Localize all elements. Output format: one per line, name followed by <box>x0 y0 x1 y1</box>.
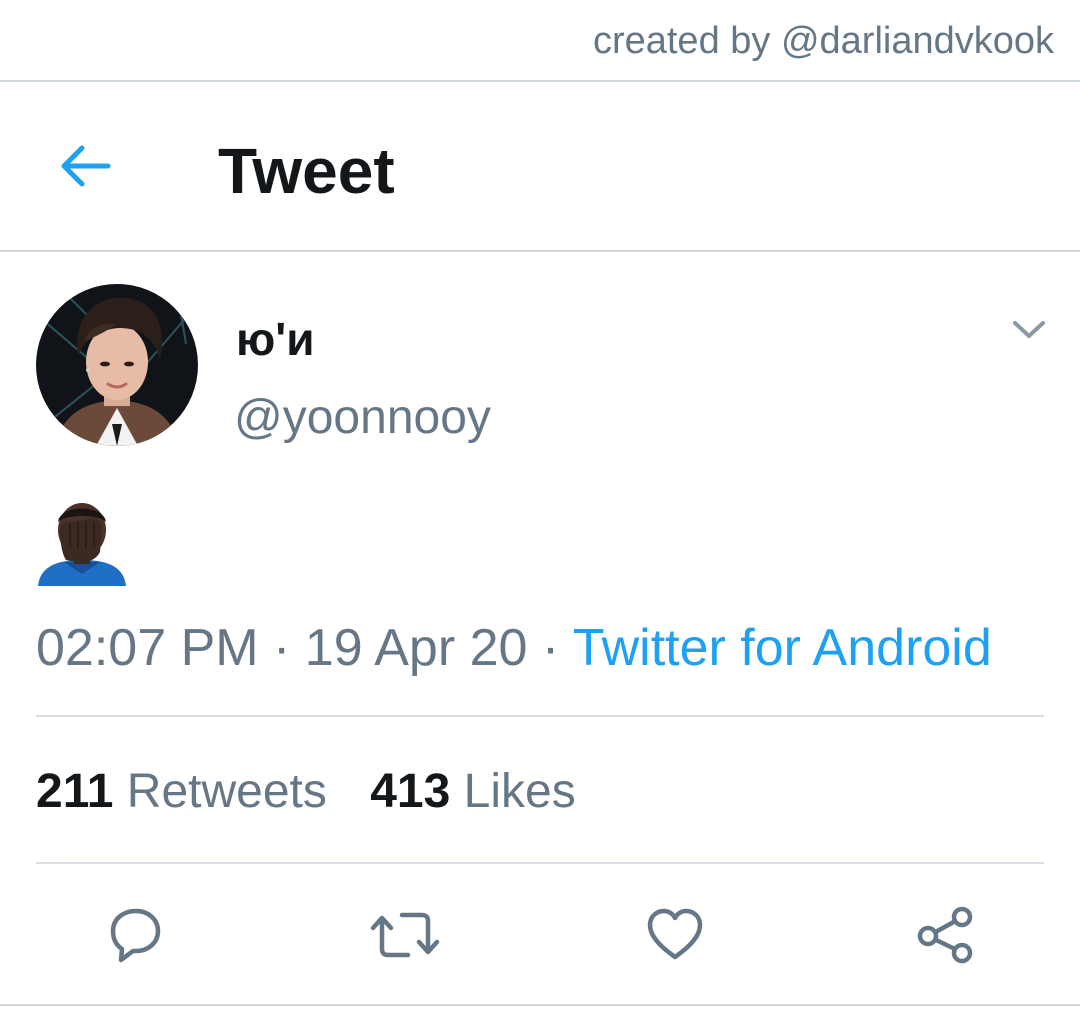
arrow-left-icon <box>61 145 111 187</box>
tweet-stats: 211 Retweets 413 Likes <box>36 764 576 819</box>
tweet-date: 19 Apr 20 <box>304 619 528 677</box>
retweet-icon <box>370 912 440 958</box>
credit-text: created by @darliandvkook <box>592 20 1054 62</box>
back-button[interactable] <box>50 136 118 196</box>
retweet-button[interactable] <box>365 895 445 975</box>
tweet-source-link[interactable]: Twitter for Android <box>573 619 992 677</box>
avatar-image <box>36 284 198 446</box>
divider <box>0 1004 1080 1006</box>
divider <box>36 715 1044 717</box>
avatar[interactable] <box>36 284 198 446</box>
top-app-bar: Tweet <box>0 82 1080 252</box>
tweet-body <box>34 496 130 592</box>
share-icon <box>917 906 973 964</box>
retweets-label[interactable]: Retweets <box>127 765 327 818</box>
credit-bar: created by @darliandvkook <box>0 0 1080 82</box>
meta-separator: · <box>527 619 573 677</box>
likes-count[interactable]: 413 <box>370 765 450 818</box>
reply-button[interactable] <box>95 895 175 975</box>
tweet-options-button[interactable] <box>1006 310 1052 350</box>
chevron-down-icon <box>1013 321 1045 338</box>
face-palm-emoji <box>38 503 126 586</box>
likes-label[interactable]: Likes <box>464 765 576 818</box>
meta-separator: · <box>258 619 305 677</box>
page-title: Tweet <box>218 135 395 207</box>
retweets-count[interactable]: 211 <box>36 765 113 818</box>
reply-icon <box>110 908 161 963</box>
divider <box>36 862 1044 864</box>
tweet-time: 02:07 PM <box>36 619 259 677</box>
tweet-actions <box>0 895 1080 975</box>
display-name[interactable]: ю'и <box>236 312 315 366</box>
user-handle[interactable]: @yoonnooy <box>234 390 491 445</box>
share-button[interactable] <box>905 895 985 975</box>
like-button[interactable] <box>635 895 715 975</box>
tweet-meta: 02:07 PM · 19 Apr 20 · Twitter for Andro… <box>36 618 992 678</box>
heart-icon <box>647 908 703 960</box>
